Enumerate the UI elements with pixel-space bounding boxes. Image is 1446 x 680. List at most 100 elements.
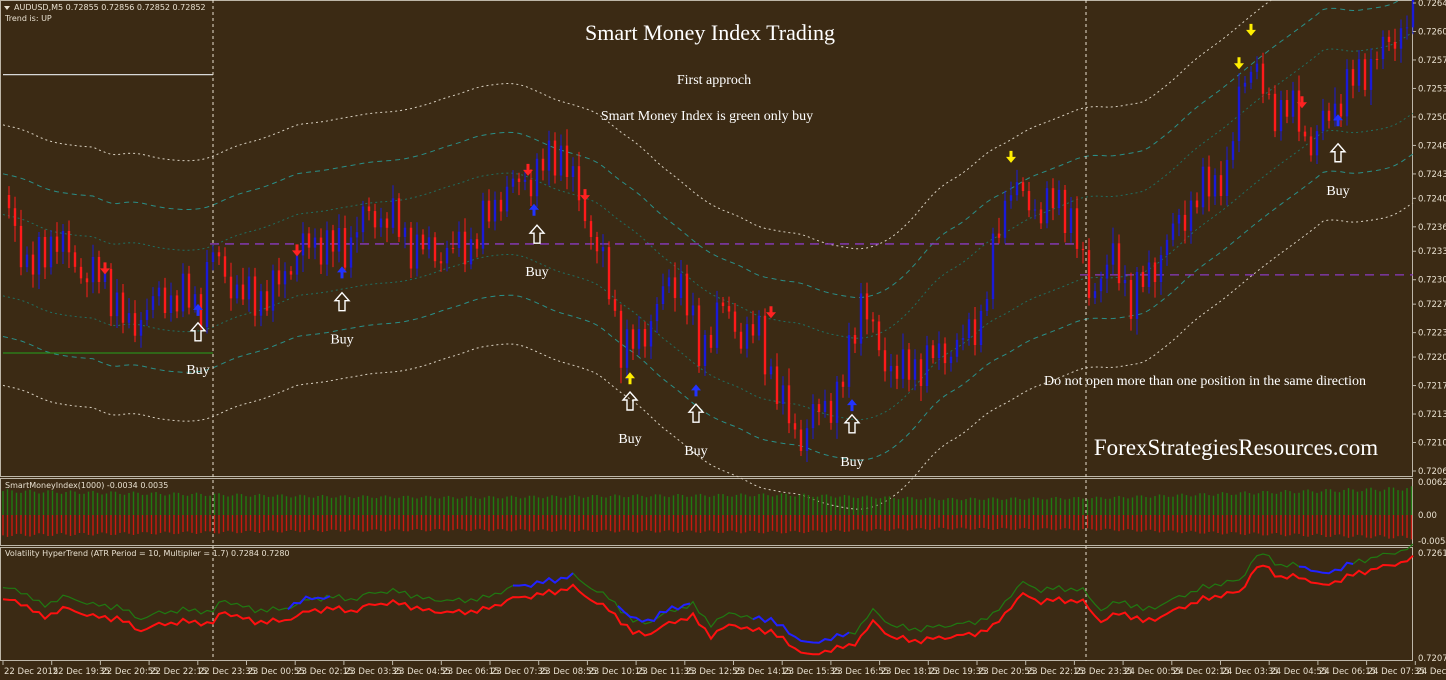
y-tick-label: 0.72535 [1418, 84, 1446, 94]
price-plot[interactable]: Buy Buy Buy Buy Buy Buy Buy [2, 0, 1415, 661]
candle-body [409, 227, 413, 269]
hypertrend-uptrend-segment [752, 615, 850, 644]
candle-body [667, 277, 671, 287]
candle-body [1189, 200, 1193, 231]
candle-body [1093, 291, 1097, 298]
candle [1333, 87, 1337, 127]
candle-body [1015, 182, 1019, 196]
candle [259, 283, 263, 327]
candle-body [745, 324, 749, 349]
candle-body [655, 304, 659, 322]
candle [19, 209, 23, 276]
candle-body [1045, 188, 1049, 224]
candle-body [403, 227, 407, 237]
candle-body [19, 225, 23, 268]
candle-body [1219, 175, 1223, 197]
candle-body [169, 295, 173, 313]
candle-body [187, 273, 191, 308]
candle [1171, 212, 1175, 247]
candle-body [523, 179, 527, 182]
candle-body [1351, 69, 1355, 86]
candle [349, 226, 353, 278]
candle-body [1057, 189, 1061, 209]
candle-body [1405, 27, 1409, 29]
candle-body [361, 206, 365, 233]
candle-body [7, 195, 11, 209]
candle-body [55, 236, 59, 252]
candle-body [421, 234, 425, 250]
candle [481, 192, 485, 255]
candle-body [499, 199, 503, 212]
header: AUDUSD,M5 0.72855 0.72856 0.72852 0.7285… [4, 3, 290, 558]
candle-body [865, 293, 869, 320]
hypertrend-uptrend-segment [287, 595, 331, 611]
candle-body [907, 349, 911, 380]
candle [307, 227, 311, 259]
dropdown-triangle-icon[interactable] [4, 6, 10, 10]
candle-body [313, 237, 317, 248]
candle [367, 197, 371, 221]
candle [949, 351, 953, 372]
candle [1201, 157, 1205, 215]
candle [577, 151, 581, 212]
candle-body [481, 200, 485, 249]
candle-body [25, 254, 29, 268]
candle-body [613, 299, 617, 311]
candle [841, 374, 845, 398]
candle-body [931, 345, 935, 359]
candle-body [913, 359, 917, 380]
buy-arrow-icon [1329, 142, 1347, 163]
candle [289, 266, 293, 280]
candle-body [301, 233, 305, 256]
candle [835, 375, 839, 439]
candle [901, 333, 905, 389]
candle-body [757, 315, 761, 336]
candle [181, 263, 185, 318]
candle [1339, 93, 1343, 127]
candle [229, 262, 233, 311]
candle [121, 283, 125, 334]
candle-body [199, 294, 203, 328]
candle [337, 214, 341, 263]
candle-body [1087, 250, 1091, 298]
candle [877, 314, 881, 357]
candle-body [541, 158, 545, 171]
candle-body [271, 270, 275, 311]
candle-body [979, 310, 983, 346]
candle [499, 191, 503, 221]
candle [91, 244, 95, 294]
candle [703, 330, 707, 376]
candle-body [1009, 195, 1013, 201]
candle [733, 302, 737, 339]
candle [1183, 200, 1187, 244]
candle-body [1261, 63, 1265, 94]
candle [727, 296, 731, 319]
smi-y-tick-label: -0.0054 [1418, 537, 1446, 547]
hypertrend-uptrend-segment [512, 572, 574, 589]
candle [775, 353, 779, 410]
buy-label: Buy [186, 363, 209, 378]
candle-body [289, 271, 293, 275]
candle [79, 258, 83, 284]
candle-body [319, 237, 323, 265]
hypertrend-upper-line [2, 543, 1414, 644]
candle [379, 207, 383, 237]
candle-body [991, 233, 995, 300]
candle [931, 340, 935, 364]
candle-body [487, 200, 491, 222]
candle [529, 169, 533, 207]
candle-body [1291, 90, 1295, 117]
candle-body [1399, 28, 1403, 49]
candle-body [1255, 63, 1259, 72]
candle [973, 306, 977, 356]
candle [763, 308, 767, 386]
candle [517, 172, 521, 196]
candle-body [13, 208, 17, 226]
candle-body [559, 145, 563, 176]
candle-body [787, 385, 791, 424]
buy-label: Buy [840, 455, 863, 470]
candle-body [253, 276, 257, 316]
candle [55, 222, 59, 264]
candle [889, 353, 893, 388]
candle [1165, 234, 1169, 266]
